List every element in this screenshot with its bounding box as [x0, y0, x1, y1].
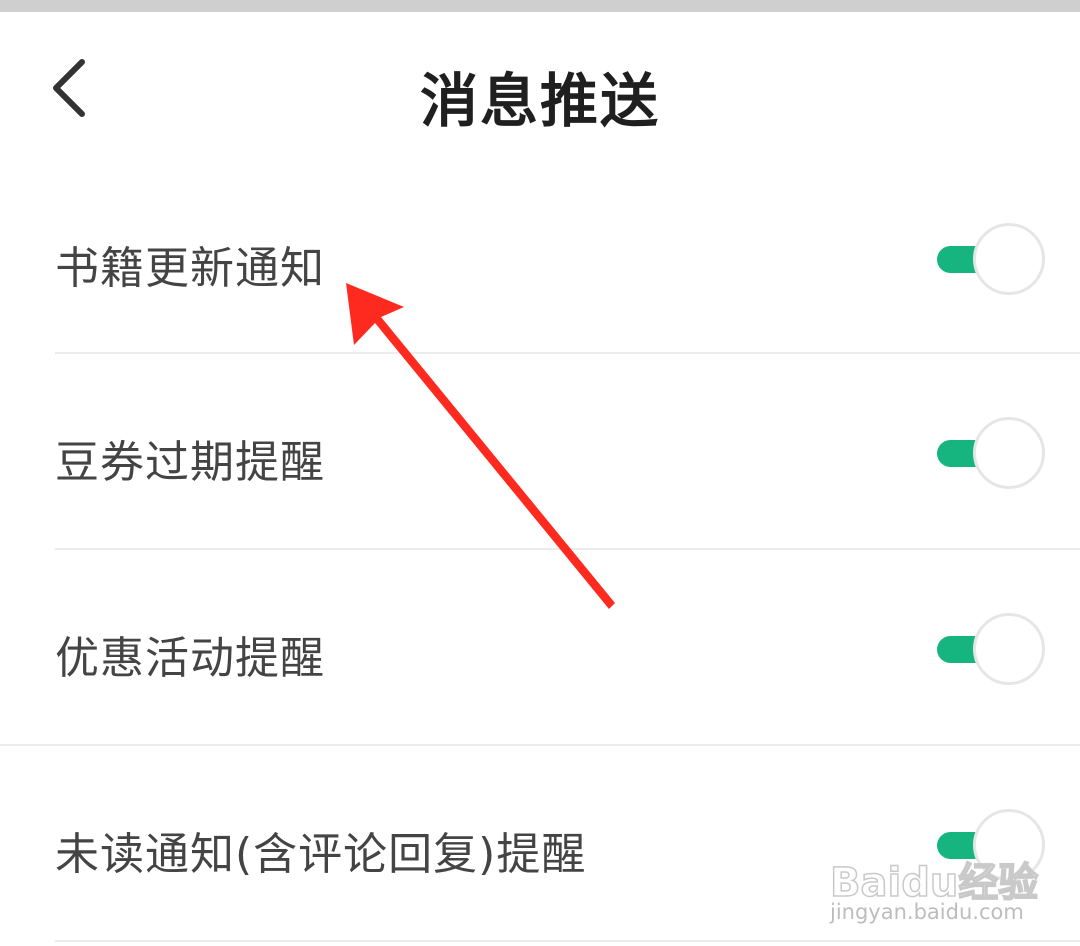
status-bar-strip [0, 0, 1080, 12]
page-title: 消息推送 [419, 67, 660, 135]
message-push-settings-page: 消息推送 书籍更新通知 豆券过期提醒 优惠活动提醒 未读通知(含评论回复)提醒 … [0, 0, 1080, 946]
setting-label: 豆券过期提醒 [55, 437, 325, 488]
voucher-expiry-toggle[interactable] [934, 417, 1045, 489]
setting-row-unread-notification[interactable]: 未读通知(含评论回复)提醒 [0, 746, 1080, 942]
setting-row-book-update[interactable]: 书籍更新通知 [0, 162, 1080, 354]
setting-label: 未读通知(含评论回复)提醒 [55, 829, 587, 880]
setting-row-promotion[interactable]: 优惠活动提醒 [0, 550, 1080, 746]
toggle-knob [973, 809, 1045, 881]
unread-notification-toggle[interactable] [934, 809, 1045, 881]
book-update-toggle[interactable] [934, 223, 1045, 295]
header-bar: 消息推送 [0, 12, 1080, 162]
promotion-toggle[interactable] [934, 613, 1045, 685]
row-divider [55, 940, 1080, 942]
setting-row-voucher-expiry[interactable]: 豆券过期提醒 [0, 354, 1080, 550]
setting-label: 书籍更新通知 [55, 243, 325, 294]
toggle-knob [973, 223, 1045, 295]
toggle-knob [973, 613, 1045, 685]
setting-label: 优惠活动提醒 [55, 633, 325, 684]
toggle-knob [973, 417, 1045, 489]
